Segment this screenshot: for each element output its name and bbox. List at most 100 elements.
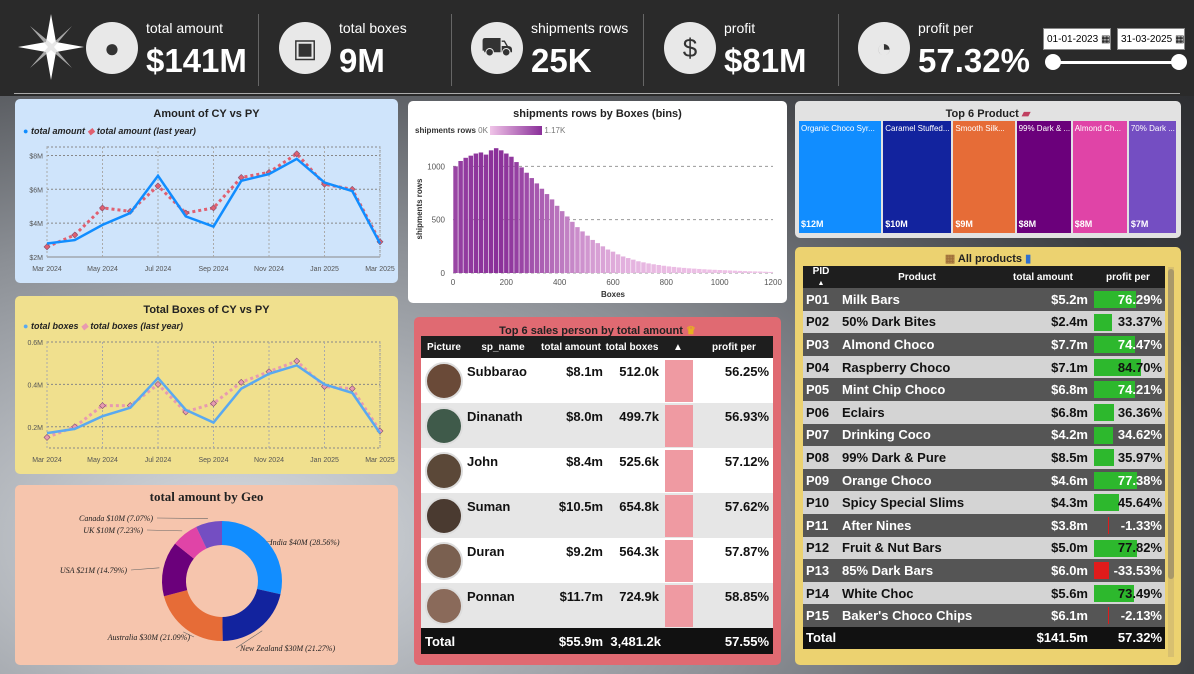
histogram-bar [702,269,707,273]
treemap-tile[interactable]: Caramel Stuffed... $10M [883,121,952,233]
slice-label: UK $10M (7.23%) [83,526,143,535]
sp-boxes: 564.3k [603,538,661,583]
kpi-total-amount: ● total amount $141M [86,14,256,86]
sort-asc-icon[interactable]: ▲ [818,280,825,287]
table-row[interactable]: John $8.4m 525.6k 57.12% [421,448,773,493]
total-row: Total $141.5m 57.32% [803,626,1165,649]
products-table: PID ▲ Product total amount profit per P01… [803,266,1165,649]
avatar-cell [421,448,467,493]
chart-legend: ● total amount ◆ total amount (last year… [23,126,196,136]
money-icon: $ [664,22,716,74]
y-tick-label: $8M [29,153,43,160]
product-pid: P15 [803,604,839,627]
histogram-bar [529,178,534,273]
table-row[interactable]: P10 Spicy Special Slims $4.3m 45.64% [803,491,1165,514]
treemap-tile[interactable]: 99% Dark & ... $8M [1016,121,1071,233]
column-header[interactable]: total boxes [603,336,661,358]
histogram-bar [463,157,468,273]
date-slider-end-handle[interactable] [1171,54,1187,70]
sp-name: Suman [467,493,539,538]
table-row[interactable]: P03 Almond Choco $7.7m 74.47% [803,333,1165,356]
calendar-icon[interactable]: ▦ [1101,34,1110,45]
column-header[interactable]: Picture [421,336,467,358]
table-row[interactable]: Suman $10.5m 654.8k 57.62% [421,493,773,538]
profit-value: 45.64% [1117,495,1162,511]
product-profit: 76.29% [1091,288,1165,311]
profit-value: 36.36% [1117,404,1162,420]
table-row[interactable]: P05 Mint Chip Choco $6.8m 74.21% [803,378,1165,401]
gradient-swatch [490,126,543,136]
table-row[interactable]: P04 Raspberry Choco $7.1m 84.70% [803,355,1165,379]
divider [838,14,839,86]
histogram-bar [595,243,601,273]
treemap-tile[interactable]: Smooth Silk... $9M [953,121,1015,233]
product-name: After Nines [839,513,995,537]
product-profit: 36.36% [1091,400,1165,424]
date-slider-track[interactable] [1052,61,1178,64]
table-row[interactable]: P12 Fruit & Nut Bars $5.0m 77.82% [803,536,1165,560]
sp-profit: 56.93% [695,403,773,448]
table-row[interactable]: P01 Milk Bars $5.2m 76.29% [803,288,1165,311]
table-row[interactable]: P08 99% Dark & Pure $8.5m 35.97% [803,446,1165,469]
date-slider-start-handle[interactable] [1045,54,1061,70]
sort-asc-icon[interactable]: ▲ [673,342,683,353]
column-header[interactable]: profit per [695,336,773,358]
product-profit: -33.53% [1091,559,1165,582]
end-date-input[interactable]: 31-03-2025 ▦ [1117,28,1185,50]
column-header[interactable]: total amount [539,336,603,358]
table-row[interactable]: Ponnan $11.7m 724.9k 58.85% [421,583,773,628]
column-header[interactable]: profit per [1091,266,1165,288]
table-row[interactable]: P11 After Nines $3.8m -1.33% [803,513,1165,537]
tile-value: $10M [885,219,908,229]
histogram-bar [590,239,595,273]
color-legend: shipments rows 0K 1.17K [415,126,566,136]
profit-value: 33.37% [1117,314,1162,330]
calendar-icon[interactable]: ▦ [1175,34,1184,45]
column-header[interactable]: sp_name [467,336,539,358]
table-row[interactable]: P13 85% Dark Bars $6.0m -33.53% [803,559,1165,582]
total-label: Total [421,628,539,654]
table-row[interactable]: P09 Orange Choco $4.6m 77.38% [803,468,1165,492]
histogram-bar [458,161,463,273]
table-row[interactable]: P14 White Choc $5.6m 73.49% [803,581,1165,605]
total-row: Total $55.9m 3,481.2k 57.55% [421,628,773,654]
column-header[interactable]: Product [839,266,995,288]
sort-indicator-header[interactable]: ▲ [661,336,695,358]
table-row[interactable]: Dinanath $8.0m 499.7k 56.93% [421,403,773,448]
top-product-treemap: Organic Choco Syr... $12M Caramel Stuffed.… [799,121,1178,233]
slice-label: India $40M (28.56%) [269,538,340,547]
histogram-bar [620,256,626,273]
treemap-tile[interactable]: 70% Dark ... $7M [1128,121,1176,233]
table-row[interactable]: P15 Baker's Choco Chips $6.1m -2.13% [803,604,1165,627]
scrollbar-thumb[interactable] [1168,269,1174,579]
start-date-input[interactable]: 01-01-2023 ▦ [1043,28,1111,50]
histogram-bar [763,271,768,273]
avatar [425,451,463,490]
table-row[interactable]: Duran $9.2m 564.3k 57.87% [421,538,773,583]
sp-profit: 58.85% [695,583,773,628]
histogram-bar [600,246,606,273]
table-row[interactable]: P02 50% Dark Bites $2.4m 33.37% [803,310,1165,334]
sp-name: John [467,448,539,493]
column-header-pid[interactable]: PID ▲ [803,266,839,288]
column-header[interactable]: total amount [995,266,1091,288]
sp-bar-cell [661,538,695,583]
table-row[interactable]: P06 Eclairs $6.8m 36.36% [803,400,1165,424]
chart-title: shipments rows by Boxes (bins) [513,108,682,120]
avatar [425,586,463,625]
total-boxes: 3,481.2k [603,628,661,654]
product-amount: $5.6m [995,581,1091,605]
table-row[interactable]: P07 Drinking Coco $4.2m 34.62% [803,423,1165,447]
sp-amount: $8.4m [539,448,603,493]
histogram-bar [681,267,687,273]
scrollbar-track[interactable] [1168,267,1174,657]
kpi-label: total amount [146,20,224,36]
treemap-tile[interactable]: Organic Choco Syr... $12M [799,121,882,233]
legend-item: total amount [30,126,85,136]
table-row[interactable]: Subbarao $8.1m 512.0k 56.25% [421,358,773,403]
legend-item: total amount (last year) [96,126,196,136]
histogram-bar [752,271,758,273]
x-tick-label: Jul 2024 [145,266,172,273]
treemap-tile[interactable]: Almond Ch... $8M [1072,121,1127,233]
total-amount: $55.9m [539,628,603,654]
